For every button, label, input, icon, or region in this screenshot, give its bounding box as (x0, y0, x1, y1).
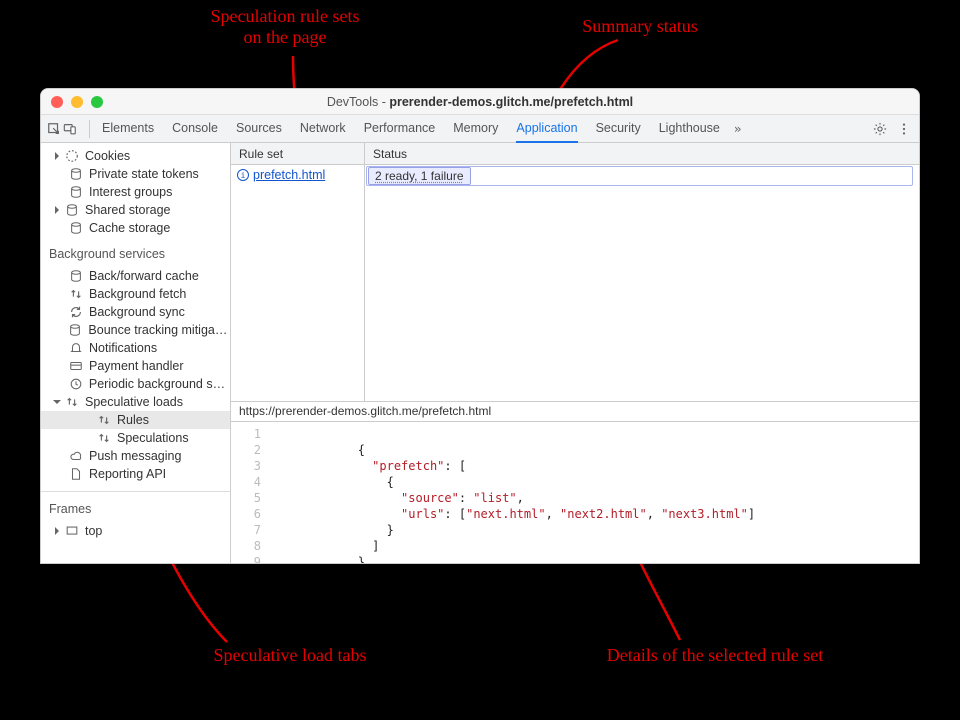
devtools-tabbar: Elements Console Sources Network Performance… (41, 115, 919, 143)
clock-icon (69, 377, 83, 391)
bg-services-caption: Background services (41, 241, 230, 263)
updown-icon (69, 287, 83, 301)
sidebar-item-top[interactable]: top (41, 522, 230, 540)
expand-triangle-icon[interactable] (53, 400, 61, 404)
ruleset-json-code: 1 2 {3 "prefetch": [4 {5 "source": "list… (231, 422, 919, 564)
sidebar-item-label: Interest groups (89, 185, 172, 199)
sidebar-item-label: Background fetch (89, 287, 186, 301)
sidebar-item-label: Push messaging (89, 449, 181, 463)
sidebar-item-cache-storage[interactable]: Cache storage (41, 219, 230, 237)
db-icon (65, 203, 79, 217)
updown-icon (65, 395, 79, 409)
sidebar-item-bounce-tracking-mitigations[interactable]: Bounce tracking mitigations (41, 321, 230, 339)
sidebar-item-label: Speculative loads (85, 395, 183, 409)
bell-icon (69, 341, 83, 355)
sidebar-item-rules[interactable]: Rules (41, 411, 230, 429)
expand-triangle-icon[interactable] (55, 152, 59, 160)
tab-performance[interactable]: Performance (364, 115, 436, 142)
tab-network[interactable]: Network (300, 115, 346, 142)
sidebar-item-label: Cache storage (89, 221, 170, 235)
frame-icon (65, 524, 79, 538)
updown-icon (97, 431, 111, 445)
tab-elements[interactable]: Elements (102, 115, 154, 142)
sidebar-item-label: Background sync (89, 305, 185, 319)
annotation-rulesets: Speculation rule setson the page (170, 6, 400, 47)
db-icon (69, 221, 83, 235)
expand-triangle-icon[interactable] (55, 206, 59, 214)
sidebar-item-push-messaging[interactable]: Push messaging (41, 447, 230, 465)
ruleset-source-icon: i (237, 169, 249, 181)
annotation-summary: Summary status (540, 16, 740, 37)
frames-caption: Frames (41, 496, 230, 518)
sidebar-item-reporting-api[interactable]: Reporting API (41, 465, 230, 483)
device-icon[interactable] (63, 122, 77, 136)
sidebar-item-label: Periodic background sync (89, 377, 230, 391)
expand-triangle-icon[interactable] (55, 527, 59, 535)
main-panel: Rule set Status i prefetch.html 2 ready,… (231, 143, 919, 563)
sidebar-item-cookies[interactable]: Cookies (41, 147, 230, 165)
tab-application[interactable]: Application (516, 115, 577, 143)
sidebar-item-interest-groups[interactable]: Interest groups (41, 183, 230, 201)
grid-header: Rule set Status (231, 143, 919, 165)
tab-memory[interactable]: Memory (453, 115, 498, 142)
sidebar-item-label: Rules (117, 413, 149, 427)
settings-gear-icon[interactable] (873, 122, 887, 136)
tab-lighthouse[interactable]: Lighthouse (659, 115, 720, 142)
db-icon (69, 185, 83, 199)
titlebar: DevTools - prerender-demos.glitch.me/pre… (41, 89, 919, 115)
status-column: 2 ready, 1 failure (365, 165, 919, 401)
cookie-icon (65, 149, 79, 163)
sidebar-item-label: Back/forward cache (89, 269, 199, 283)
db-icon (69, 167, 83, 181)
col-ruleset-header[interactable]: Rule set (231, 143, 365, 164)
inspect-icon[interactable] (47, 122, 61, 136)
ruleset-column: i prefetch.html (231, 165, 365, 401)
application-sidebar: Cookies Private state tokens Interest grou… (41, 143, 231, 563)
sidebar-item-label: Private state tokens (89, 167, 199, 181)
kebab-menu-icon[interactable] (897, 122, 911, 136)
sidebar-item-payment-handler[interactable]: Payment handler (41, 357, 230, 375)
sidebar-item-label: top (85, 524, 102, 538)
updown-icon (97, 413, 111, 427)
sidebar-item-background-fetch[interactable]: Background fetch (41, 285, 230, 303)
sidebar-item-label: Cookies (85, 149, 130, 163)
doc-icon (69, 467, 83, 481)
details-url: https://prerender-demos.glitch.me/prefet… (231, 402, 919, 422)
sidebar-item-speculations[interactable]: Speculations (41, 429, 230, 447)
tab-sources[interactable]: Sources (236, 115, 282, 142)
status-row[interactable]: 2 ready, 1 failure (366, 166, 913, 186)
sidebar-item-speculative-loads[interactable]: Speculative loads (41, 393, 230, 411)
sidebar-item-shared-storage[interactable]: Shared storage (41, 201, 230, 219)
sync-icon (69, 305, 83, 319)
annotation-tabs: Speculative load tabs (170, 645, 410, 666)
sidebar-item-background-sync[interactable]: Background sync (41, 303, 230, 321)
ruleset-link[interactable]: prefetch.html (253, 168, 325, 182)
sidebar-item-private-state-tokens[interactable]: Private state tokens (41, 165, 230, 183)
sidebar-item-label: Payment handler (89, 359, 184, 373)
sidebar-item-label: Notifications (89, 341, 157, 355)
devtools-window: DevTools - prerender-demos.glitch.me/pre… (40, 88, 920, 564)
sidebar-item-label: Speculations (117, 431, 189, 445)
more-tabs-icon[interactable]: » (734, 121, 742, 136)
sidebar-item-label: Reporting API (89, 467, 166, 481)
annotation-details: Details of the selected rule set (555, 645, 875, 666)
db-icon (69, 269, 83, 283)
sidebar-item-label: Shared storage (85, 203, 170, 217)
cloud-icon (69, 449, 83, 463)
db-icon (68, 323, 82, 337)
window-title: DevTools - prerender-demos.glitch.me/pre… (41, 95, 919, 109)
sidebar-item-periodic-background-sync[interactable]: Periodic background sync (41, 375, 230, 393)
sidebar-item-notifications[interactable]: Notifications (41, 339, 230, 357)
card-icon (69, 359, 83, 373)
tab-security[interactable]: Security (596, 115, 641, 142)
sidebar-item-label: Bounce tracking mitigations (88, 323, 230, 337)
status-summary-pill[interactable]: 2 ready, 1 failure (368, 167, 471, 185)
col-status-header[interactable]: Status (365, 143, 919, 164)
tab-console[interactable]: Console (172, 115, 218, 142)
ruleset-row[interactable]: i prefetch.html (231, 165, 364, 185)
sidebar-item-back-forward-cache[interactable]: Back/forward cache (41, 267, 230, 285)
